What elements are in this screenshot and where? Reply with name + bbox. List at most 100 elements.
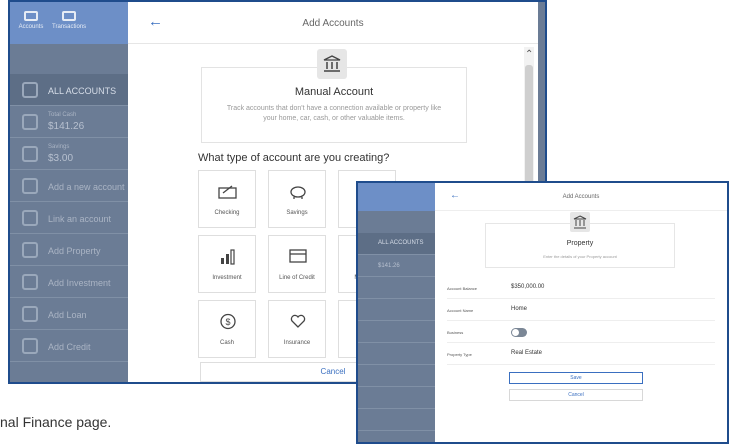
sidebar-item[interactable]: Add Loan bbox=[10, 298, 128, 330]
account-type-investment[interactable]: Investment bbox=[198, 235, 256, 293]
background-app: Accounts Transactions ALL ACCOUNTS Total… bbox=[10, 2, 128, 382]
sidebar-item-sub: Savings bbox=[48, 144, 70, 150]
property-type-select[interactable]: Real Estate bbox=[511, 350, 542, 356]
sidebar-item[interactable]: Add Credit bbox=[10, 330, 128, 362]
account-type-label: Investment bbox=[212, 275, 242, 281]
caption-text: nal Finance page. bbox=[0, 414, 112, 430]
sidebar-item[interactable] bbox=[358, 365, 435, 387]
sidebar-item[interactable] bbox=[358, 299, 435, 321]
modal-title: Add Accounts bbox=[562, 194, 600, 200]
sidebar-item[interactable] bbox=[358, 343, 435, 365]
sidebar-item-label: Add Property bbox=[48, 246, 101, 256]
sidebar-item-sub: Total Cash bbox=[48, 112, 77, 118]
account-type-savings[interactable]: Savings bbox=[268, 170, 326, 228]
sidebar-item-label: Add Credit bbox=[48, 342, 91, 352]
tab-transactions[interactable]: Transactions bbox=[52, 8, 86, 40]
chevron-up-icon[interactable]: ⌃ bbox=[525, 49, 533, 60]
app-topbar: Accounts Transactions bbox=[10, 2, 128, 44]
sidebar-item[interactable]: Add a new account bbox=[10, 170, 128, 202]
property-title: Property bbox=[566, 240, 594, 247]
sidebar-item[interactable] bbox=[358, 409, 435, 431]
sidebar-item-label: ALL ACCOUNTS bbox=[378, 240, 424, 246]
sidebar-all-accounts[interactable]: ALL ACCOUNTS bbox=[10, 74, 128, 106]
sidebar-item-label: Add Investment bbox=[48, 278, 111, 288]
cash-icon bbox=[22, 114, 38, 130]
link-icon bbox=[22, 210, 38, 226]
manual-account-description: Track accounts that don't have a connect… bbox=[226, 105, 442, 122]
sidebar-item[interactable]: Total Cash $141.26 bbox=[10, 106, 128, 138]
app-topbar bbox=[358, 183, 435, 211]
dollar-coin-icon: $ bbox=[220, 313, 236, 330]
document-icon bbox=[22, 306, 38, 322]
account-type-cash[interactable]: $ Cash bbox=[198, 300, 256, 358]
svg-text:$: $ bbox=[225, 317, 230, 327]
checkbook-icon bbox=[218, 185, 237, 199]
tab-accounts[interactable]: Accounts bbox=[14, 8, 48, 40]
sidebar-item[interactable] bbox=[358, 387, 435, 409]
account-type-line-of-credit[interactable]: Line of Credit bbox=[268, 235, 326, 293]
sidebar-item-amount: $141.26 bbox=[48, 121, 85, 132]
tab-label: Accounts bbox=[18, 24, 44, 30]
heart-hands-icon bbox=[290, 314, 306, 328]
field-label: Account Balance bbox=[447, 286, 478, 291]
manual-account-title: Manual Account bbox=[294, 86, 374, 98]
property-card: Property Enter the details of your Prope… bbox=[485, 212, 675, 268]
account-type-label: Insurance bbox=[283, 340, 311, 346]
sidebar-item-label: Add a new account bbox=[48, 182, 125, 192]
manual-account-card[interactable]: Manual Account Track accounts that don't… bbox=[201, 49, 467, 143]
sidebar-item[interactable] bbox=[358, 321, 435, 343]
save-button[interactable]: Save bbox=[509, 372, 643, 384]
sidebar-all-accounts[interactable]: ALL ACCOUNTS bbox=[358, 233, 435, 255]
toggle-knob bbox=[512, 329, 519, 336]
account-name-row: Account Name Home bbox=[447, 301, 715, 321]
sidebar-item-amount: $3.00 bbox=[48, 153, 74, 164]
account-type-question: What type of account are you creating? bbox=[198, 152, 390, 164]
piggy-bank-icon bbox=[22, 146, 38, 162]
field-label: Account Name bbox=[447, 308, 474, 313]
modal-header: ← Add Accounts bbox=[128, 2, 538, 44]
sidebar-item[interactable]: Link an account bbox=[10, 202, 128, 234]
modal-header: ← Add Accounts bbox=[435, 183, 727, 211]
card-icon bbox=[289, 249, 307, 263]
modal-title: Add Accounts bbox=[302, 18, 364, 29]
account-type-label: Cash bbox=[219, 340, 234, 346]
property-description: Enter the details of your Property accou… bbox=[543, 254, 617, 259]
property-modal: ← Add Accounts Property Enter the detail… bbox=[435, 183, 727, 442]
piggy-bank-icon bbox=[290, 186, 306, 199]
sidebar-item-label: Link an account bbox=[48, 214, 112, 224]
property-type-row: Property Type Real Estate bbox=[447, 345, 715, 365]
account-type-insurance[interactable]: Insurance bbox=[268, 300, 326, 358]
sidebar-item-label: ALL ACCOUNTS bbox=[48, 86, 117, 96]
business-toggle[interactable] bbox=[511, 328, 527, 337]
sidebar-item[interactable]: $141.26 bbox=[358, 255, 435, 277]
account-balance-field[interactable]: $350,000.00 bbox=[511, 284, 544, 290]
business-row: Business bbox=[447, 323, 715, 343]
accounts-icon bbox=[24, 11, 38, 21]
field-label: Business bbox=[447, 330, 464, 335]
account-balance-row: Account Balance $350,000.00 bbox=[447, 279, 715, 299]
house-icon bbox=[22, 242, 38, 258]
sidebar-item[interactable]: Savings $3.00 bbox=[10, 138, 128, 170]
sidebar-item[interactable] bbox=[358, 277, 435, 299]
tab-label: Transactions bbox=[52, 24, 87, 30]
bank-icon bbox=[22, 82, 38, 98]
chart-icon bbox=[221, 249, 235, 265]
background-app: ALL ACCOUNTS $141.26 bbox=[358, 183, 435, 442]
sidebar-item[interactable]: Add Investment bbox=[10, 266, 128, 298]
bank-icon bbox=[570, 212, 590, 232]
bank-icon bbox=[317, 49, 347, 79]
sidebar-item-amount: $141.26 bbox=[378, 263, 400, 269]
card-icon bbox=[22, 338, 38, 354]
transactions-icon bbox=[62, 11, 76, 21]
account-type-label: Checking bbox=[214, 210, 240, 216]
cancel-button[interactable]: Cancel bbox=[509, 389, 643, 401]
sidebar-item[interactable]: Add Property bbox=[10, 234, 128, 266]
chart-icon bbox=[22, 274, 38, 290]
account-type-checking[interactable]: Checking bbox=[198, 170, 256, 228]
account-type-label: Savings bbox=[286, 210, 308, 216]
account-type-label: Line of Credit bbox=[279, 275, 315, 281]
sidebar-item-label: Add Loan bbox=[48, 310, 87, 320]
plus-icon bbox=[22, 178, 38, 194]
field-label: Property Type bbox=[447, 352, 472, 357]
account-name-field[interactable]: Home bbox=[511, 306, 527, 312]
